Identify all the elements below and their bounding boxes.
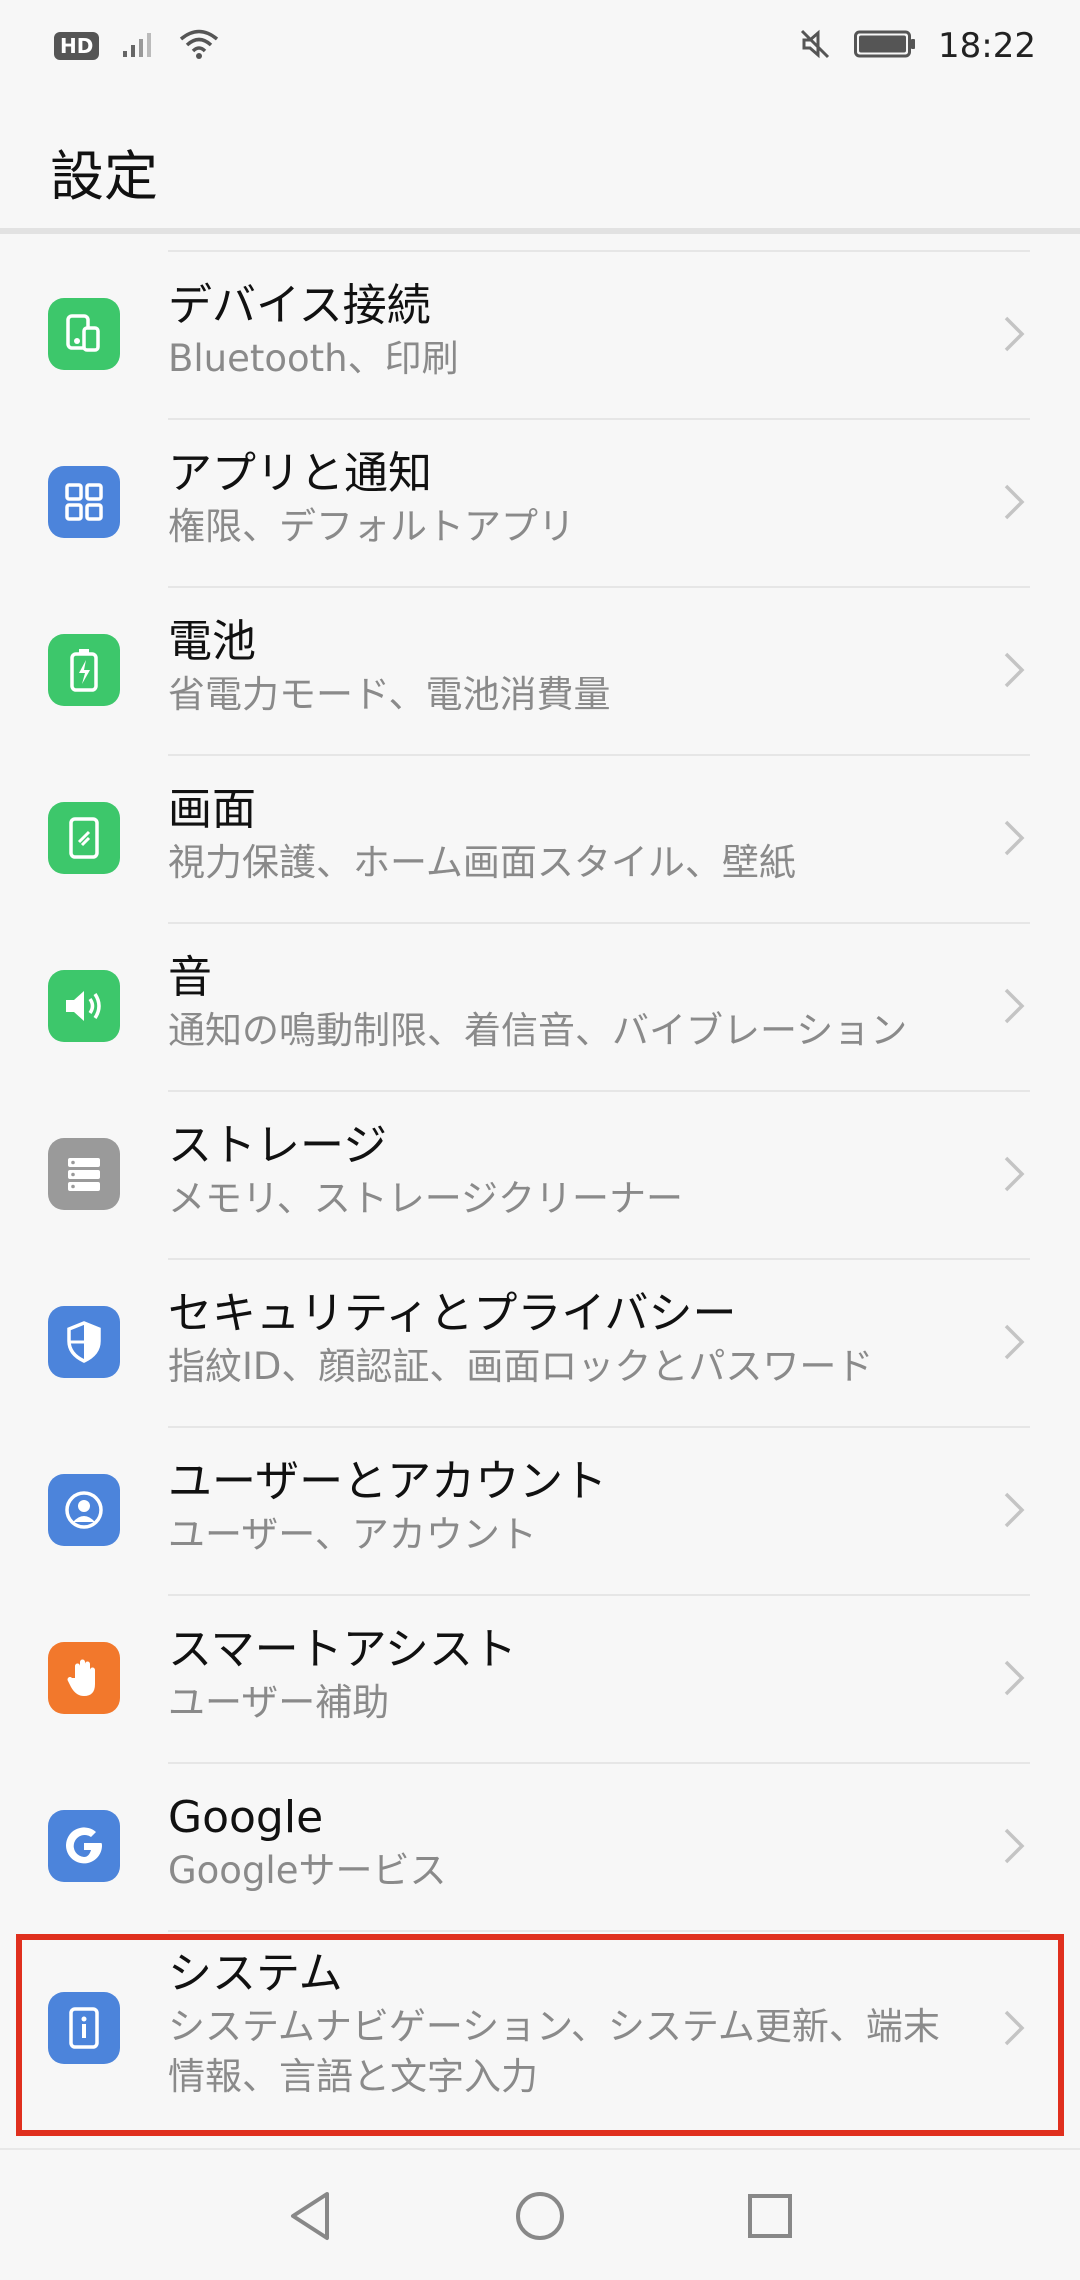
- item-subtitle: 通知の鳴動制限、着信音、バイブレーション: [168, 1009, 908, 1052]
- settings-item-users-accounts[interactable]: ユーザーとアカウント ユーザー、アカウント: [0, 1426, 1080, 1594]
- settings-item-google[interactable]: Google Googleサービス: [0, 1762, 1080, 1930]
- item-title: セキュリティとプライバシー: [168, 1288, 737, 1339]
- chevron-right-icon: [1004, 1324, 1025, 1360]
- item-subtitle: 指紋ID、顔認証、画面ロックとパスワード: [168, 1345, 874, 1388]
- display-icon: [48, 802, 120, 874]
- item-title: ユーザーとアカウント: [168, 1456, 608, 1507]
- user-icon: [48, 1474, 120, 1546]
- chevron-right-icon: [1004, 1492, 1025, 1528]
- header-divider: [0, 228, 1080, 234]
- item-title: 音: [168, 952, 212, 1003]
- storage-icon: [48, 1138, 120, 1210]
- settings-list: デバイス接続 Bluetooth、印刷 アプリと通知 権限、デフォルトアプリ 電…: [0, 250, 1080, 2126]
- recents-icon[interactable]: [740, 2186, 800, 2246]
- item-subtitle: 省電力モード、電池消費量: [168, 673, 611, 716]
- chevron-right-icon: [1004, 652, 1025, 688]
- status-bar: HD 18:22: [0, 0, 1080, 92]
- page-title: 設定: [50, 145, 158, 208]
- settings-item-apps-notifications[interactable]: アプリと通知 権限、デフォルトアプリ: [0, 418, 1080, 586]
- item-subtitle: 権限、デフォルトアプリ: [168, 505, 575, 548]
- divider: [168, 1594, 1030, 1596]
- item-subtitle: Bluetooth、印刷: [168, 337, 459, 380]
- item-title: アプリと通知: [168, 448, 432, 499]
- divider: [168, 754, 1030, 756]
- item-subtitle: ユーザー補助: [168, 1681, 390, 1724]
- settings-item-display[interactable]: 画面 視力保護、ホーム画面スタイル、壁紙: [0, 754, 1080, 922]
- divider: [168, 922, 1030, 924]
- divider: [168, 586, 1030, 588]
- item-subtitle: システムナビゲーション、システム更新、端末情報、言語と文字入力: [168, 2005, 940, 2098]
- google-icon: [48, 1810, 120, 1882]
- chevron-right-icon: [1004, 1828, 1025, 1864]
- apps-grid-icon: [48, 466, 120, 538]
- system-info-icon: [48, 1992, 120, 2064]
- navigation-bar: [0, 2148, 1080, 2280]
- item-subtitle: Googleサービス: [168, 1849, 447, 1892]
- item-title: Google: [168, 1792, 324, 1843]
- chevron-right-icon: [1004, 1156, 1025, 1192]
- item-title: ストレージ: [168, 1120, 388, 1171]
- back-icon[interactable]: [280, 2186, 340, 2246]
- settings-item-sound[interactable]: 音 通知の鳴動制限、着信音、バイブレーション: [0, 922, 1080, 1090]
- settings-item-smart-assist[interactable]: スマートアシスト ユーザー補助: [0, 1594, 1080, 1762]
- hd-badge: HD: [54, 32, 100, 60]
- device-connection-icon: [48, 298, 120, 370]
- divider: [168, 1258, 1030, 1260]
- divider: [168, 418, 1030, 420]
- speaker-icon: [48, 970, 120, 1042]
- battery-icon: [854, 29, 916, 63]
- chevron-right-icon: [1004, 820, 1025, 856]
- item-title: デバイス接続: [168, 280, 431, 331]
- chevron-right-icon: [1004, 988, 1025, 1024]
- item-subtitle: ユーザー、アカウント: [168, 1513, 537, 1556]
- clock: 18:22: [938, 26, 1036, 66]
- signal-icon: [121, 29, 157, 63]
- chevron-right-icon: [1004, 1660, 1025, 1696]
- divider: [168, 1090, 1030, 1092]
- settings-item-device-connection[interactable]: デバイス接続 Bluetooth、印刷: [0, 250, 1080, 418]
- divider: [168, 1426, 1030, 1428]
- home-icon[interactable]: [510, 2186, 570, 2246]
- item-subtitle: 視力保護、ホーム画面スタイル、壁紙: [168, 841, 796, 884]
- item-title: 電池: [168, 616, 256, 667]
- settings-item-security-privacy[interactable]: セキュリティとプライバシー 指紋ID、顔認証、画面ロックとパスワード: [0, 1258, 1080, 1426]
- item-title: システム: [168, 1948, 343, 1999]
- settings-item-system[interactable]: システム システムナビゲーション、システム更新、端末情報、言語と文字入力: [0, 1930, 1080, 2126]
- divider: [168, 1930, 1030, 1932]
- hand-icon: [48, 1642, 120, 1714]
- chevron-right-icon: [1004, 484, 1025, 520]
- header: 設定: [0, 92, 1080, 230]
- item-title: スマートアシスト: [168, 1624, 517, 1675]
- settings-item-battery[interactable]: 電池 省電力モード、電池消費量: [0, 586, 1080, 754]
- item-title: 画面: [168, 784, 256, 835]
- wifi-icon: [179, 28, 219, 64]
- chevron-right-icon: [1004, 2010, 1025, 2046]
- settings-item-storage[interactable]: ストレージ メモリ、ストレージクリーナー: [0, 1090, 1080, 1258]
- divider: [168, 250, 1030, 252]
- settings-screen: HD 18:22 設定 デバイス接続 Bluetooth、印刷 アプリと通知 権…: [0, 0, 1080, 2280]
- chevron-right-icon: [1004, 316, 1025, 352]
- item-subtitle: メモリ、ストレージクリーナー: [168, 1177, 684, 1220]
- battery-icon: [48, 634, 120, 706]
- divider: [168, 1762, 1030, 1764]
- shield-icon: [48, 1306, 120, 1378]
- mute-icon: [798, 27, 832, 65]
